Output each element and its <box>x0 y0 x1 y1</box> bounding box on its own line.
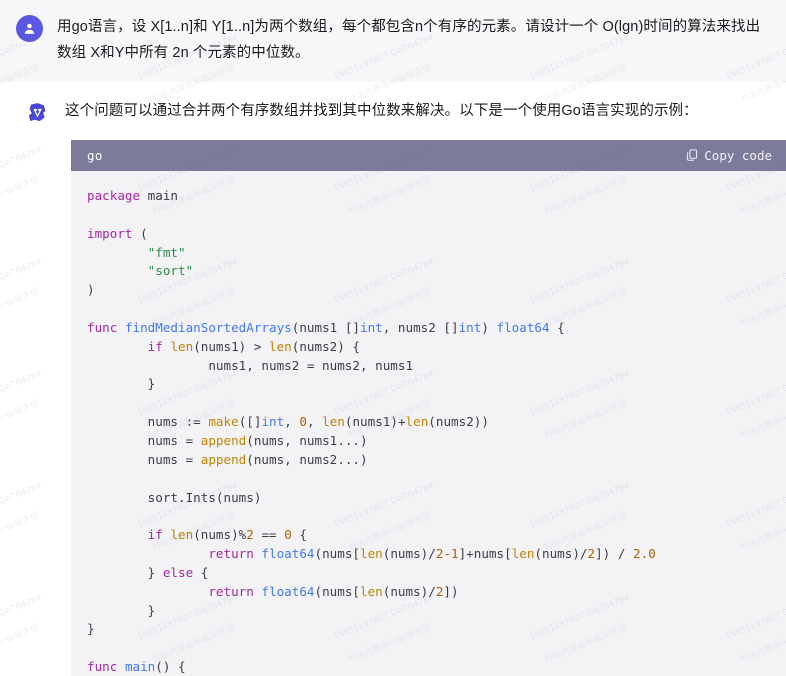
code-block-header: go Copy code <box>71 140 786 171</box>
assistant-message-text: 这个问题可以通过合并两个有序数组并找到其中位数来解决。以下是一个使用Go语言实现… <box>65 103 698 119</box>
copy-code-label: Copy code <box>704 148 772 163</box>
code-block: go Copy code package main import ( "fmt"… <box>71 140 786 676</box>
assistant-message-header: 这个问题可以通过合并两个有序数组并找到其中位数来解决。以下是一个使用Go语言实现… <box>16 98 786 126</box>
clipboard-icon <box>686 149 698 162</box>
assistant-message-turn: 这个问题可以通过合并两个有序数组并找到其中位数来解决。以下是一个使用Go语言实现… <box>8 82 786 676</box>
person-icon <box>22 21 37 36</box>
assistant-logo-icon <box>26 101 49 124</box>
copy-code-button[interactable]: Copy code <box>686 148 772 163</box>
chat-page: 用go语言，设 X[1..n]和 Y[1..n]为两个数组，每个都包含n个有序的… <box>0 0 786 676</box>
avatar-assistant <box>24 99 51 126</box>
code-block-content[interactable]: package main import ( "fmt" "sort" ) fun… <box>71 171 786 676</box>
user-message-text: 用go语言，设 X[1..n]和 Y[1..n]为两个数组，每个都包含n个有序的… <box>57 19 761 61</box>
user-message-turn: 用go语言，设 X[1..n]和 Y[1..n]为两个数组，每个都包含n个有序的… <box>0 0 786 82</box>
code-language-label: go <box>87 148 103 163</box>
avatar-user <box>16 15 43 42</box>
